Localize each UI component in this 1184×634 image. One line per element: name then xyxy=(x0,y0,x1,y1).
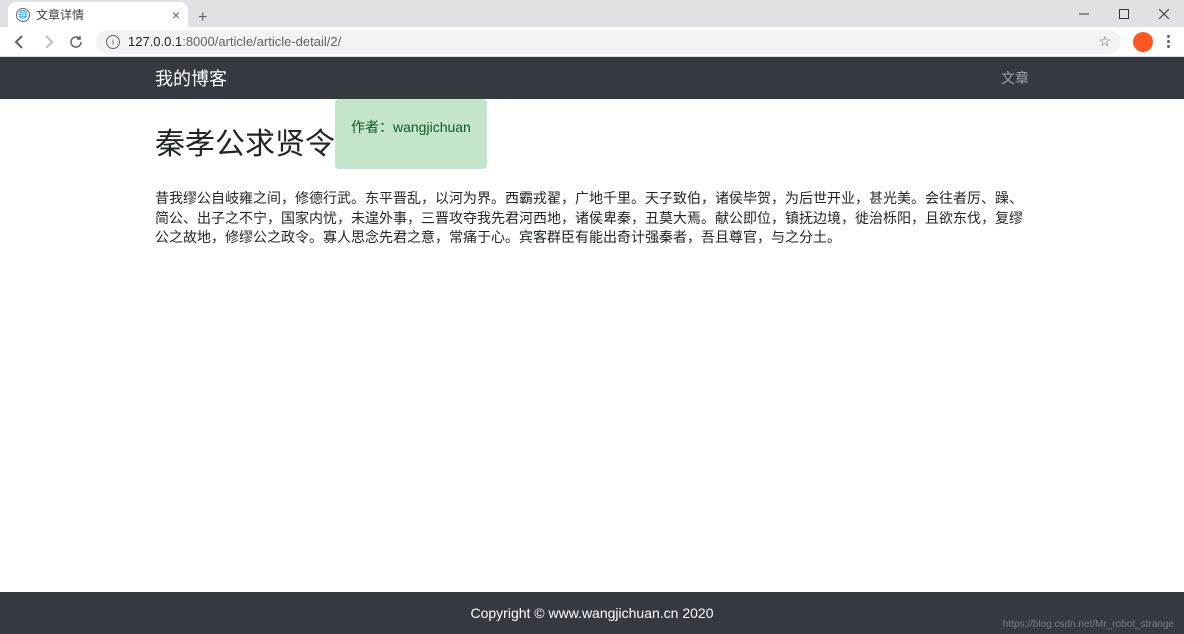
site-info-icon[interactable]: i xyxy=(106,35,120,49)
watermark-text: https://blog.csdn.net/Mr_robot_strange xyxy=(1003,619,1174,630)
tab-title: 文章详情 xyxy=(36,6,166,23)
minimize-button[interactable] xyxy=(1064,0,1104,27)
nav-link-articles[interactable]: 文章 xyxy=(1001,68,1029,88)
new-tab-button[interactable]: + xyxy=(188,9,217,27)
article-title: 秦孝公求贤令 xyxy=(155,99,335,163)
copyright-text: Copyright © www.wangjichuan.cn 2020 xyxy=(470,605,713,621)
browser-tab[interactable]: 🌐 文章详情 × xyxy=(8,2,188,27)
back-button[interactable] xyxy=(8,30,32,54)
forward-button[interactable] xyxy=(36,30,60,54)
browser-menu-button[interactable] xyxy=(1161,35,1176,48)
site-footer: Copyright © www.wangjichuan.cn 2020 http… xyxy=(0,592,1184,634)
article-body: 昔我缪公自岐雍之间，修德行武。东平晋乱，以河为界。西霸戎翟，广地千里。天子致伯，… xyxy=(155,189,1029,248)
site-brand[interactable]: 我的博客 xyxy=(155,65,227,91)
address-bar[interactable]: i 127.0.0.1:8000/article/article-detail/… xyxy=(96,30,1121,54)
close-tab-icon[interactable]: × xyxy=(172,7,180,23)
author-badge: 作者：wangjichuan xyxy=(335,99,487,169)
close-window-button[interactable] xyxy=(1144,0,1184,27)
reload-button[interactable] xyxy=(64,30,88,54)
url-text: 127.0.0.1:8000/article/article-detail/2/ xyxy=(128,34,1090,49)
maximize-button[interactable] xyxy=(1104,0,1144,27)
site-navbar: 我的博客 文章 xyxy=(0,57,1184,99)
bookmark-star-icon[interactable]: ☆ xyxy=(1098,33,1111,50)
globe-icon: 🌐 xyxy=(16,8,30,22)
extension-icon[interactable] xyxy=(1133,32,1153,52)
